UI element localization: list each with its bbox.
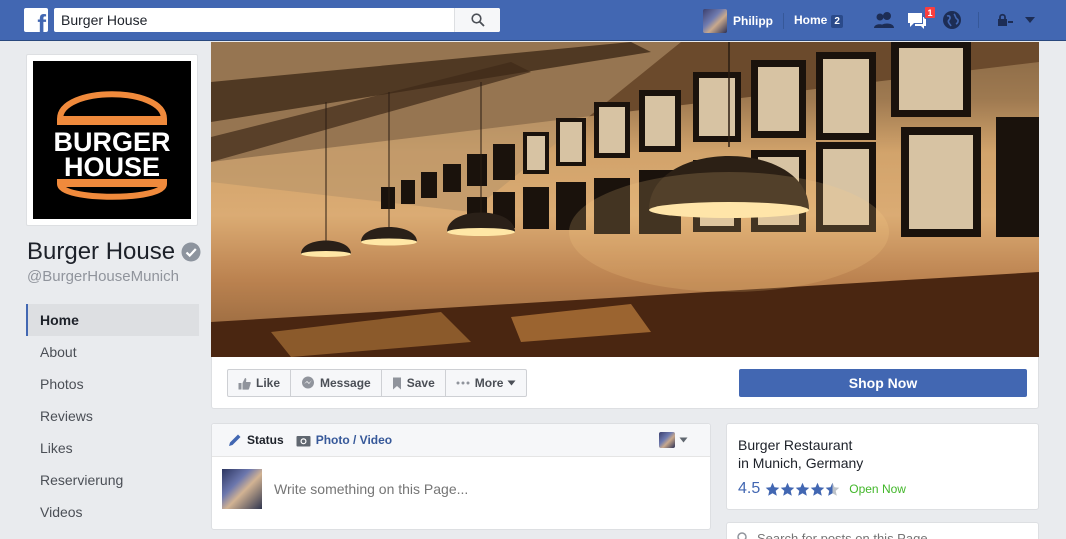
- star-icon: [795, 482, 810, 496]
- ellipsis-icon: [456, 381, 470, 385]
- privacy-shortcuts-button[interactable]: [994, 9, 1016, 31]
- page-actions-group: Like Message Save More: [227, 369, 528, 397]
- star-icon: [810, 482, 825, 496]
- sidebar-item-about[interactable]: About: [26, 336, 199, 368]
- cover-photo-restaurant-interior: [211, 42, 1039, 357]
- divider: [978, 12, 979, 28]
- star-rating: [765, 482, 840, 497]
- sidebar-item-photos[interactable]: Photos: [26, 368, 199, 400]
- sidebar-item-home[interactable]: Home: [26, 304, 199, 336]
- messages-badge: 1: [924, 6, 936, 19]
- verified-badge-icon: [181, 242, 201, 262]
- page-category[interactable]: Burger Restaurant: [738, 436, 1027, 454]
- home-link[interactable]: Home 2: [794, 13, 843, 28]
- lock-icon: [998, 13, 1013, 26]
- user-avatar[interactable]: [703, 8, 727, 33]
- search-bar: [54, 8, 500, 32]
- messenger-icon: [302, 376, 315, 389]
- search-icon: [470, 13, 485, 27]
- save-label: Save: [406, 376, 435, 390]
- page-name: Burger House: [27, 238, 176, 265]
- tab-photo-video[interactable]: Photo / Video: [296, 433, 392, 447]
- thumbs-up-icon: [238, 377, 251, 390]
- sidebar-item-videos[interactable]: Videos: [26, 496, 199, 528]
- page-action-bar: Like Message Save More Shop Now: [211, 357, 1039, 409]
- like-button[interactable]: Like: [228, 370, 292, 396]
- tab-photo-label: Photo / Video: [315, 433, 393, 447]
- rating-value: 4.5: [738, 480, 761, 497]
- tab-status[interactable]: Status: [228, 433, 284, 447]
- rating-row[interactable]: 4.5 Open Now: [738, 480, 1027, 498]
- bookmark-icon: [392, 377, 401, 389]
- divider: [783, 12, 784, 29]
- camera-icon: [296, 435, 311, 446]
- page-title[interactable]: Burger House: [27, 238, 201, 266]
- search-icon: [737, 532, 747, 539]
- logo-graphic: BURGER HOUSE: [53, 91, 171, 200]
- cover-photo[interactable]: [211, 42, 1039, 357]
- post-composer: Status Photo / Video: [211, 423, 711, 530]
- logo-text-bottom: HOUSE: [64, 152, 160, 182]
- page-search-input[interactable]: [757, 531, 1017, 539]
- home-label: Home: [794, 13, 828, 27]
- top-navigation-bar: f Philipp Home2 1: [0, 0, 1066, 41]
- post-as-selector[interactable]: [659, 432, 688, 448]
- message-button[interactable]: Message: [291, 370, 382, 396]
- page-sidebar-nav: Home About Photos Reviews Likes Reservie…: [26, 304, 199, 528]
- composer-user-avatar: [222, 469, 262, 509]
- page-location: in Munich, Germany: [738, 455, 864, 471]
- tab-status-label: Status: [247, 433, 284, 447]
- burger-house-logo: BURGER HOUSE: [33, 61, 191, 219]
- save-button[interactable]: Save: [382, 370, 446, 396]
- post-as-avatar: [659, 432, 675, 448]
- sidebar-item-likes[interactable]: Likes: [26, 432, 199, 464]
- composer-text-input[interactable]: [274, 481, 674, 497]
- message-label: Message: [320, 376, 371, 390]
- home-count-badge: 2: [831, 15, 843, 28]
- like-label: Like: [256, 376, 281, 390]
- account-menu-button[interactable]: [1019, 9, 1041, 31]
- page-username[interactable]: @BurgerHouseMunich: [27, 268, 179, 285]
- star-icon: [780, 482, 795, 496]
- globe-icon: [943, 11, 961, 29]
- user-name-link[interactable]: Philipp: [733, 14, 773, 28]
- sidebar-item-reviews[interactable]: Reviews: [26, 400, 199, 432]
- half-star-icon: [825, 482, 840, 496]
- caret-down-icon: [679, 437, 688, 443]
- friend-requests-icon: [874, 12, 894, 28]
- composer-body: [222, 469, 674, 509]
- friend-requests-button[interactable]: [873, 9, 895, 31]
- top-right-nav: Philipp Home 2: [703, 0, 843, 41]
- shop-now-button[interactable]: Shop Now: [739, 369, 1027, 397]
- more-button[interactable]: More: [446, 370, 527, 396]
- open-status: Open Now: [849, 482, 906, 496]
- profile-picture-frame[interactable]: BURGER HOUSE: [26, 54, 198, 226]
- page-posts-search: [726, 522, 1039, 539]
- pencil-icon: [229, 434, 241, 446]
- composer-tabs: Status Photo / Video: [212, 424, 710, 457]
- search-button[interactable]: [454, 8, 500, 32]
- facebook-logo[interactable]: f: [24, 8, 48, 32]
- caret-down-icon: [1025, 17, 1035, 23]
- star-icon: [765, 482, 780, 496]
- more-label: More: [474, 376, 504, 390]
- caret-down-icon: [507, 380, 516, 386]
- sidebar-item-reservierung[interactable]: Reservierung: [26, 464, 199, 496]
- about-card: Burger Restaurant in Munich, Germany 4.5…: [726, 423, 1039, 510]
- search-input[interactable]: [54, 9, 454, 31]
- notifications-button[interactable]: [941, 9, 963, 31]
